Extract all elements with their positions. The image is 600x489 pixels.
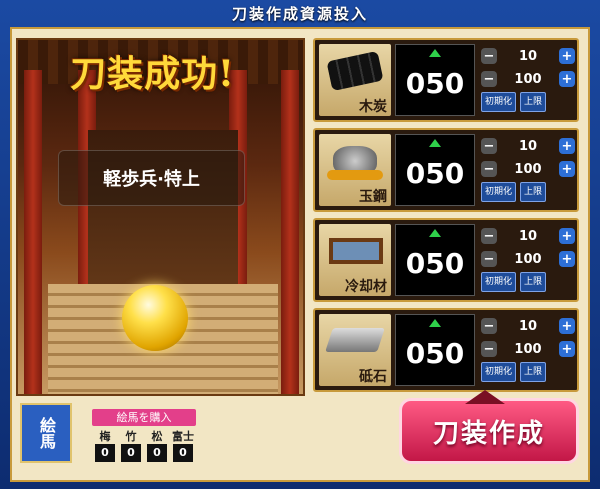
shrine-pillar-right [281, 70, 299, 394]
whetstone-icon [325, 328, 385, 352]
resource-counter[interactable]: 050 [395, 314, 475, 386]
resource-value: 050 [405, 336, 465, 370]
resource-value: 050 [405, 246, 465, 280]
resource-row-coolant: 冷却材 050 − 10 + − 100 + 初期化 上限 [313, 218, 579, 302]
resource-name: 玉鋼 [359, 189, 387, 205]
plus-10-button[interactable]: + [559, 228, 575, 244]
ema-type-ume: 梅 [99, 430, 111, 443]
plus-10-button[interactable]: + [559, 48, 575, 64]
minus-100-button[interactable]: − [481, 251, 497, 267]
minus-100-button[interactable]: − [481, 71, 497, 87]
reset-button[interactable]: 初期化 [481, 362, 517, 382]
plus-10-button[interactable]: + [559, 318, 575, 334]
step-small-label: 10 [518, 228, 538, 244]
reset-button[interactable]: 初期化 [481, 92, 517, 112]
plus-100-button[interactable]: + [559, 251, 575, 267]
max-button[interactable]: 上限 [520, 92, 547, 112]
reset-button[interactable]: 初期化 [481, 182, 517, 202]
resource-row-steel: 玉鋼 050 − 10 + − 100 + 初期化 上限 [313, 128, 579, 212]
resource-row-whetstone: 砥石 050 − 10 + − 100 + 初期化 上限 [313, 308, 579, 392]
resource-name: 木炭 [359, 99, 387, 115]
increase-arrow-icon[interactable] [429, 319, 441, 327]
resource-name: 砥石 [359, 369, 387, 385]
ema-type-fuji: 富士 [172, 430, 194, 443]
minus-100-button[interactable]: − [481, 161, 497, 177]
ema-count-matsu: 0 [147, 444, 167, 462]
resource-name: 冷却材 [345, 279, 387, 295]
result-label: 軽歩兵·特上 [58, 150, 245, 206]
step-large-label: 100 [514, 71, 542, 87]
minus-10-button[interactable]: − [481, 48, 497, 64]
max-button[interactable]: 上限 [520, 182, 547, 202]
charcoal-icon [326, 50, 384, 92]
resource-counter[interactable]: 050 [395, 134, 475, 206]
plus-100-button[interactable]: + [559, 161, 575, 177]
step-small-label: 10 [518, 48, 538, 64]
reset-button[interactable]: 初期化 [481, 272, 517, 292]
plus-10-button[interactable]: + [559, 138, 575, 154]
cushion-icon [327, 170, 383, 180]
step-small-label: 10 [518, 138, 538, 154]
plus-100-button[interactable]: + [559, 341, 575, 357]
step-large-label: 100 [514, 341, 542, 357]
coolant-tub-icon [329, 238, 383, 264]
resource-counter[interactable]: 050 [395, 224, 475, 296]
buy-ema-button[interactable]: 絵馬を購入 [92, 409, 196, 426]
increase-arrow-icon[interactable] [429, 49, 441, 57]
step-large-label: 100 [514, 251, 542, 267]
step-large-label: 100 [514, 161, 542, 177]
resource-value: 050 [405, 66, 465, 100]
shrine-pillar-left [24, 70, 42, 394]
ema-count-fuji: 0 [173, 444, 193, 462]
minus-10-button[interactable]: − [481, 228, 497, 244]
increase-arrow-icon[interactable] [429, 229, 441, 237]
ema-type-matsu: 松 [151, 430, 163, 443]
step-small-label: 10 [518, 318, 538, 334]
resource-value: 050 [405, 156, 465, 190]
golden-orb-icon [122, 285, 188, 351]
ema-button[interactable]: 絵馬 [20, 403, 72, 463]
increase-arrow-icon[interactable] [429, 139, 441, 147]
max-button[interactable]: 上限 [520, 272, 547, 292]
plus-100-button[interactable]: + [559, 71, 575, 87]
ema-counts: 0 0 0 0 [92, 444, 196, 462]
minus-10-button[interactable]: − [481, 138, 497, 154]
ema-type-labels: 梅 竹 松 富士 [92, 428, 196, 444]
ema-type-take: 竹 [125, 430, 137, 443]
ema-count-take: 0 [121, 444, 141, 462]
window-title: 刀装作成資源投入 [231, 4, 368, 23]
ema-count-ume: 0 [95, 444, 115, 462]
resource-counter[interactable]: 050 [395, 44, 475, 116]
minus-100-button[interactable]: − [481, 341, 497, 357]
roof-ornament-icon [465, 390, 505, 404]
max-button[interactable]: 上限 [520, 362, 547, 382]
ema-label: 絵馬 [37, 417, 56, 449]
resource-row-charcoal: 木炭 050 − 10 + − 100 + 初期化 上限 [313, 38, 579, 122]
minus-10-button[interactable]: − [481, 318, 497, 334]
success-banner: 刀装成功! [70, 53, 235, 95]
forge-button[interactable]: 刀装作成 [399, 398, 579, 464]
